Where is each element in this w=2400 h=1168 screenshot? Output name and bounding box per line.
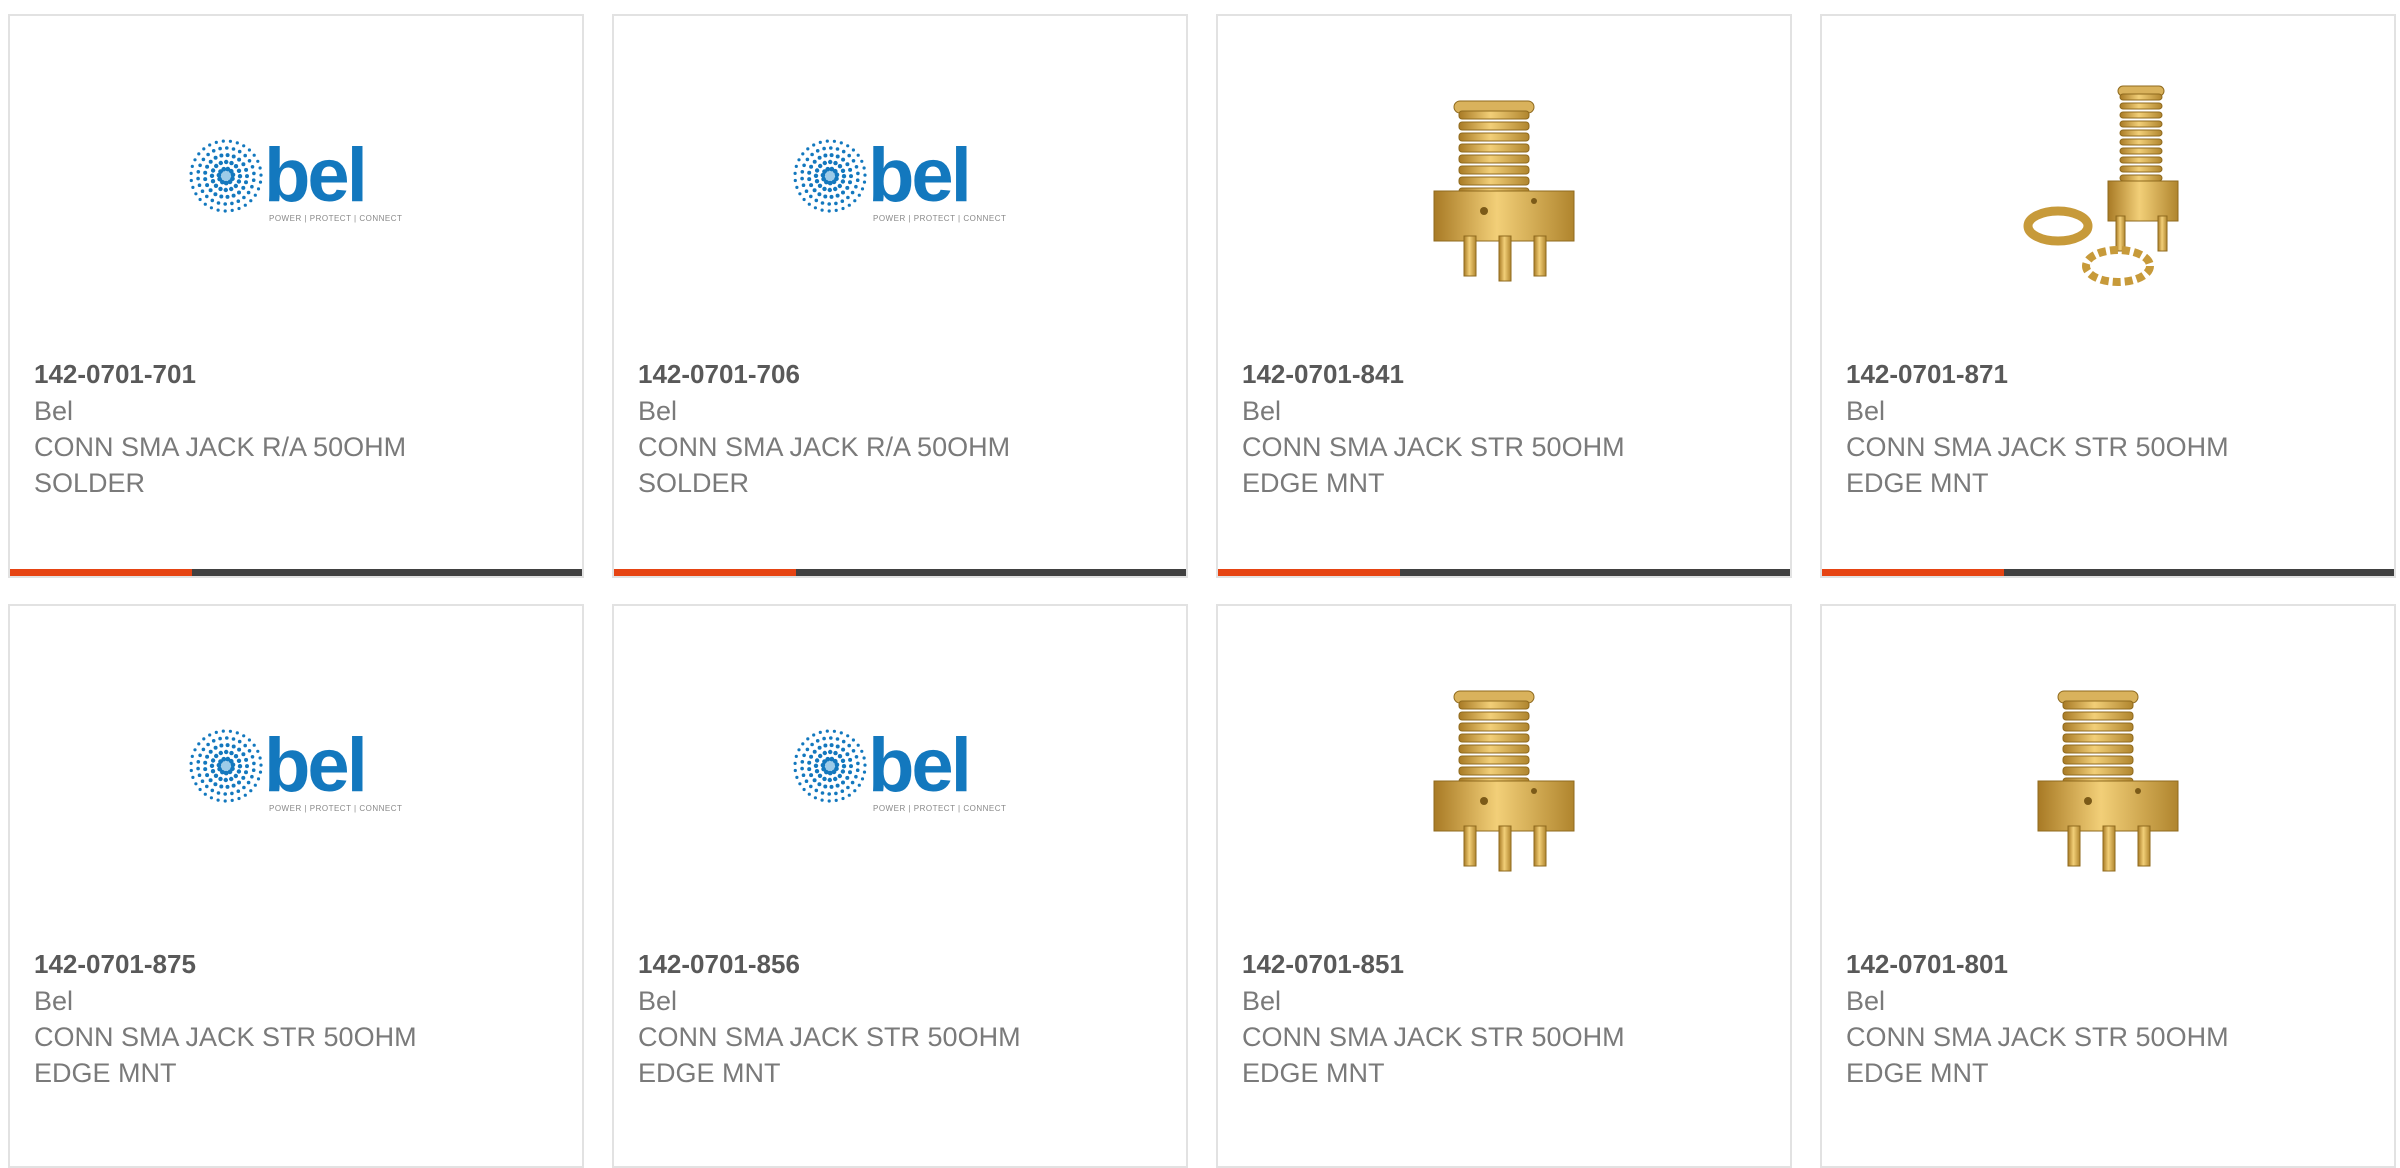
bel-logo-icon: bel POWER | PROTECT | CONNECT bbox=[793, 133, 1006, 223]
product-description-cont: EDGE MNT bbox=[1846, 1058, 1989, 1088]
product-description-cont: EDGE MNT bbox=[1846, 468, 1989, 498]
product-description: CONN SMA JACK STR 50OHM bbox=[1242, 432, 1625, 462]
sma-edge-connector-icon bbox=[2037, 690, 2179, 872]
card-accent-bar bbox=[1822, 569, 2004, 576]
product-image[interactable] bbox=[1218, 66, 1790, 296]
product-description-cont: EDGE MNT bbox=[1242, 1058, 1385, 1088]
product-info: 142-0701-856 Bel CONN SMA JACK STR 50OHM… bbox=[638, 946, 1166, 1091]
svg-text:bel: bel bbox=[868, 723, 969, 808]
product-description: CONN SMA JACK R/A 50OHM bbox=[34, 432, 407, 462]
svg-text:bel: bel bbox=[264, 723, 365, 808]
card-bottom-bar bbox=[614, 569, 1186, 576]
manufacturer-name: Bel bbox=[1242, 986, 1282, 1016]
sma-edge-connector-icon bbox=[1433, 100, 1575, 282]
product-image[interactable]: bel POWER | PROTECT | CONNECT bbox=[614, 656, 1186, 886]
product-card[interactable]: bel POWER | PROTECT | CONNECT 142-0701-8… bbox=[612, 604, 1188, 1168]
part-number[interactable]: 142-0701-801 bbox=[1846, 946, 2374, 983]
svg-text:POWER | PROTECT | CONNECT: POWER | PROTECT | CONNECT bbox=[873, 214, 1006, 223]
product-card[interactable]: 142-0701-841 Bel CONN SMA JACK STR 50OHM… bbox=[1216, 14, 1792, 578]
card-bottom-bar bbox=[10, 569, 582, 576]
part-number[interactable]: 142-0701-701 bbox=[34, 356, 562, 393]
product-description-cont: EDGE MNT bbox=[34, 1058, 177, 1088]
product-card[interactable]: 142-0701-801 Bel CONN SMA JACK STR 50OHM… bbox=[1820, 604, 2396, 1168]
bel-logo-icon: bel POWER | PROTECT | CONNECT bbox=[189, 723, 402, 813]
part-number[interactable]: 142-0701-871 bbox=[1846, 356, 2374, 393]
product-info: 142-0701-875 Bel CONN SMA JACK STR 50OHM… bbox=[34, 946, 562, 1091]
product-image[interactable] bbox=[1822, 66, 2394, 296]
product-card[interactable]: bel POWER | PROTECT | CONNECT 142-0701-8… bbox=[8, 604, 584, 1168]
part-number[interactable]: 142-0701-706 bbox=[638, 356, 1166, 393]
product-description: CONN SMA JACK R/A 50OHM bbox=[638, 432, 1011, 462]
product-info: 142-0701-801 Bel CONN SMA JACK STR 50OHM… bbox=[1846, 946, 2374, 1091]
product-card[interactable]: 142-0701-851 Bel CONN SMA JACK STR 50OHM… bbox=[1216, 604, 1792, 1168]
product-card[interactable]: 142-0701-871 Bel CONN SMA JACK STR 50OHM… bbox=[1820, 14, 2396, 578]
sma-edge-connector-icon bbox=[1433, 690, 1575, 872]
product-info: 142-0701-851 Bel CONN SMA JACK STR 50OHM… bbox=[1242, 946, 1770, 1091]
card-bottom-bar bbox=[1822, 569, 2394, 576]
svg-text:POWER | PROTECT | CONNECT: POWER | PROTECT | CONNECT bbox=[269, 804, 402, 813]
bel-logo-icon: bel POWER | PROTECT | CONNECT bbox=[793, 723, 1006, 813]
svg-text:POWER | PROTECT | CONNECT: POWER | PROTECT | CONNECT bbox=[269, 214, 402, 223]
product-card[interactable]: bel POWER | PROTECT | CONNECT 142-0701-7… bbox=[612, 14, 1188, 578]
product-image[interactable] bbox=[1822, 656, 2394, 886]
manufacturer-name: Bel bbox=[1242, 396, 1282, 426]
part-number[interactable]: 142-0701-841 bbox=[1242, 356, 1770, 393]
product-image[interactable]: bel POWER | PROTECT | CONNECT bbox=[10, 66, 582, 296]
part-number[interactable]: 142-0701-851 bbox=[1242, 946, 1770, 983]
product-description-cont: SOLDER bbox=[638, 468, 750, 498]
product-description: CONN SMA JACK STR 50OHM bbox=[1846, 1022, 2229, 1052]
manufacturer-name: Bel bbox=[34, 396, 74, 426]
manufacturer-name: Bel bbox=[1846, 986, 1886, 1016]
bel-logo-icon: bel POWER | PROTECT | CONNECT bbox=[189, 133, 402, 223]
product-description: CONN SMA JACK STR 50OHM bbox=[34, 1022, 417, 1052]
part-number[interactable]: 142-0701-875 bbox=[34, 946, 562, 983]
product-info: 142-0701-701 Bel CONN SMA JACK R/A 50OHM… bbox=[34, 356, 562, 501]
product-image[interactable]: bel POWER | PROTECT | CONNECT bbox=[10, 656, 582, 886]
manufacturer-name: Bel bbox=[638, 986, 678, 1016]
product-info: 142-0701-871 Bel CONN SMA JACK STR 50OHM… bbox=[1846, 356, 2374, 501]
product-card[interactable]: bel POWER | PROTECT | CONNECT 142-0701-7… bbox=[8, 14, 584, 578]
sma-connector-with-hardware-icon bbox=[2023, 85, 2179, 286]
product-info: 142-0701-841 Bel CONN SMA JACK STR 50OHM… bbox=[1242, 356, 1770, 501]
card-accent-bar bbox=[614, 569, 796, 576]
manufacturer-name: Bel bbox=[34, 986, 74, 1016]
product-info: 142-0701-706 Bel CONN SMA JACK R/A 50OHM… bbox=[638, 356, 1166, 501]
product-description-cont: EDGE MNT bbox=[1242, 468, 1385, 498]
product-description-cont: EDGE MNT bbox=[638, 1058, 781, 1088]
product-image[interactable]: bel POWER | PROTECT | CONNECT bbox=[614, 66, 1186, 296]
product-description: CONN SMA JACK STR 50OHM bbox=[1846, 432, 2229, 462]
card-accent-bar bbox=[1218, 569, 1400, 576]
manufacturer-name: Bel bbox=[1846, 396, 1886, 426]
svg-text:POWER | PROTECT | CONNECT: POWER | PROTECT | CONNECT bbox=[873, 804, 1006, 813]
product-description-cont: SOLDER bbox=[34, 468, 146, 498]
part-number[interactable]: 142-0701-856 bbox=[638, 946, 1166, 983]
product-description: CONN SMA JACK STR 50OHM bbox=[638, 1022, 1021, 1052]
product-image[interactable] bbox=[1218, 656, 1790, 886]
product-description: CONN SMA JACK STR 50OHM bbox=[1242, 1022, 1625, 1052]
manufacturer-name: Bel bbox=[638, 396, 678, 426]
svg-text:bel: bel bbox=[264, 133, 365, 218]
card-bottom-bar bbox=[1218, 569, 1790, 576]
card-accent-bar bbox=[10, 569, 192, 576]
svg-text:bel: bel bbox=[868, 133, 969, 218]
